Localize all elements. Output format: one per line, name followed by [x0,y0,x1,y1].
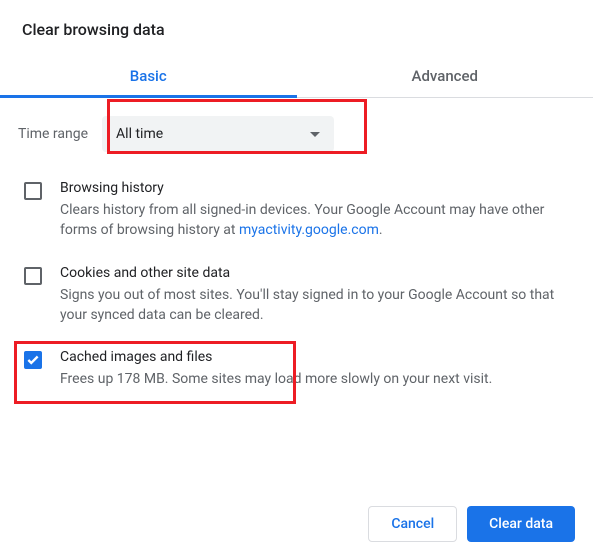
checkbox-cookies[interactable] [24,267,42,285]
option-cached: Cached images and files Frees up 178 MB.… [18,349,575,389]
tab-advanced[interactable]: Advanced [297,55,593,97]
option-desc: Frees up 178 MB. Some sites may load mor… [60,369,575,389]
tabs: Basic Advanced [0,55,593,98]
cancel-button[interactable]: Cancel [368,506,457,542]
option-title: Browsing history [60,180,575,196]
option-desc: Signs you out of most sites. You'll stay… [60,285,575,326]
option-title: Cookies and other site data [60,265,575,281]
chevron-down-icon [310,132,320,137]
dialog-title: Clear browsing data [0,0,593,55]
myactivity-link[interactable]: myactivity.google.com [239,222,379,238]
checkbox-browsing-history[interactable] [24,182,42,200]
tab-basic[interactable]: Basic [0,55,297,97]
time-range-label: Time range [18,126,88,142]
dialog-actions: Cancel Clear data [368,506,575,542]
option-browsing-history: Browsing history Clears history from all… [18,180,575,241]
checkbox-cached[interactable] [24,351,42,369]
option-desc: Clears history from all signed-in device… [60,200,575,241]
clear-data-button[interactable]: Clear data [467,506,575,542]
clear-browsing-data-dialog: Clear browsing data Basic Advanced Time … [0,0,593,389]
option-title: Cached images and files [60,349,575,365]
time-range-value: All time [116,126,163,142]
option-cookies: Cookies and other site data Signs you ou… [18,265,575,326]
time-range-select[interactable]: All time [102,116,334,152]
